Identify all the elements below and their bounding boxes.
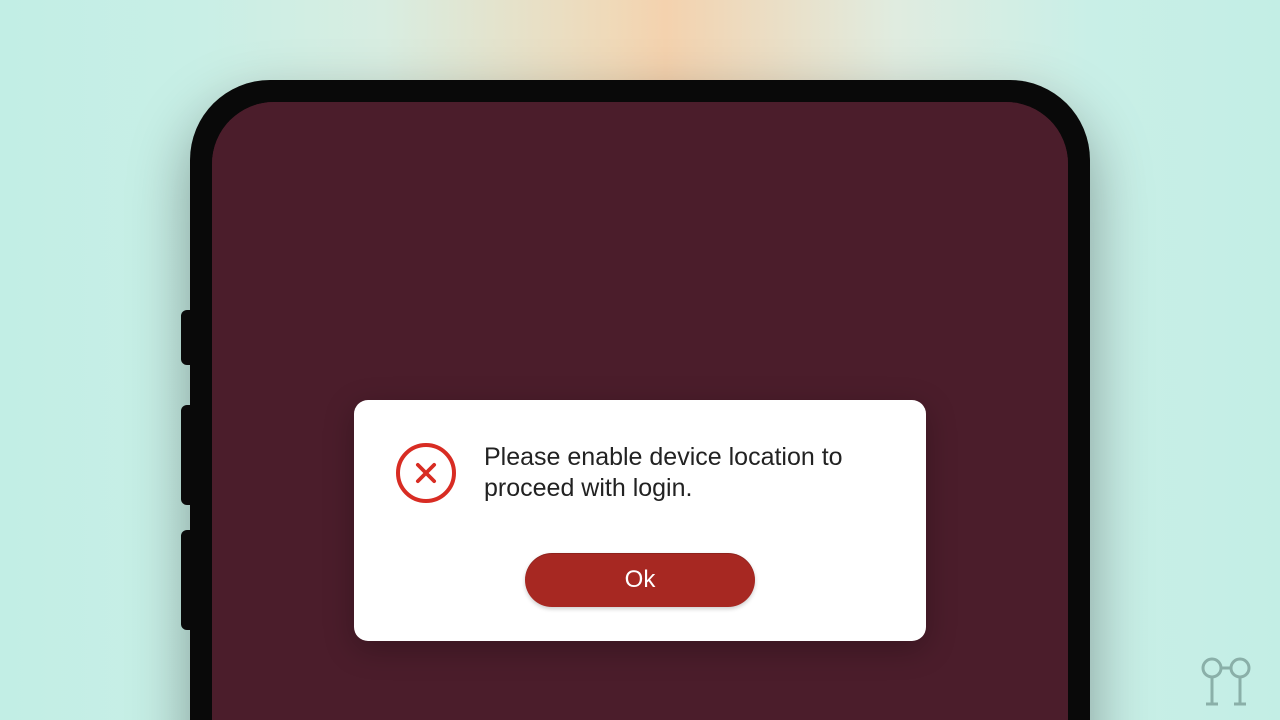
logo-swoosh-icon: [351, 209, 679, 344]
watermark-icon: [1192, 654, 1262, 706]
brand-tagline: Aapka bank, aapke dwaar.: [657, 290, 905, 310]
brand-word-payments: Payments: [657, 247, 764, 274]
brand-word-post: Post: [715, 181, 810, 230]
phone-volume-up: [181, 405, 190, 505]
phone-volume-down: [181, 530, 190, 630]
logo-sun-icon: [465, 187, 615, 337]
brand-word-bank: Bank: [770, 229, 878, 278]
mpin-field-label: MP: [272, 576, 316, 608]
brand-header: IndiaPost PaymentsBank Aapka bank, aapke…: [212, 147, 1068, 347]
app-screen: IndiaPost PaymentsBank Aapka bank, aapke…: [212, 102, 1068, 720]
logo-swoosh-icon: [366, 226, 684, 359]
ok-button[interactable]: Ok: [525, 553, 755, 607]
error-dialog: Please enable device location to proceed…: [354, 400, 926, 641]
error-icon: [396, 443, 456, 503]
mpin-input[interactable]: [302, 702, 978, 720]
illustration-canvas: IndiaPost PaymentsBank Aapka bank, aapke…: [0, 0, 1280, 720]
logo-swoosh-icon: [381, 242, 689, 373]
brand-logo: [375, 147, 635, 347]
phone-frame: IndiaPost PaymentsBank Aapka bank, aapke…: [190, 80, 1090, 720]
brand-word-india: India: [657, 199, 709, 226]
brand-wordmark: IndiaPost PaymentsBank Aapka bank, aapke…: [657, 184, 905, 310]
phone-side-button: [181, 310, 190, 365]
dialog-message: Please enable device location to proceed…: [484, 442, 884, 505]
